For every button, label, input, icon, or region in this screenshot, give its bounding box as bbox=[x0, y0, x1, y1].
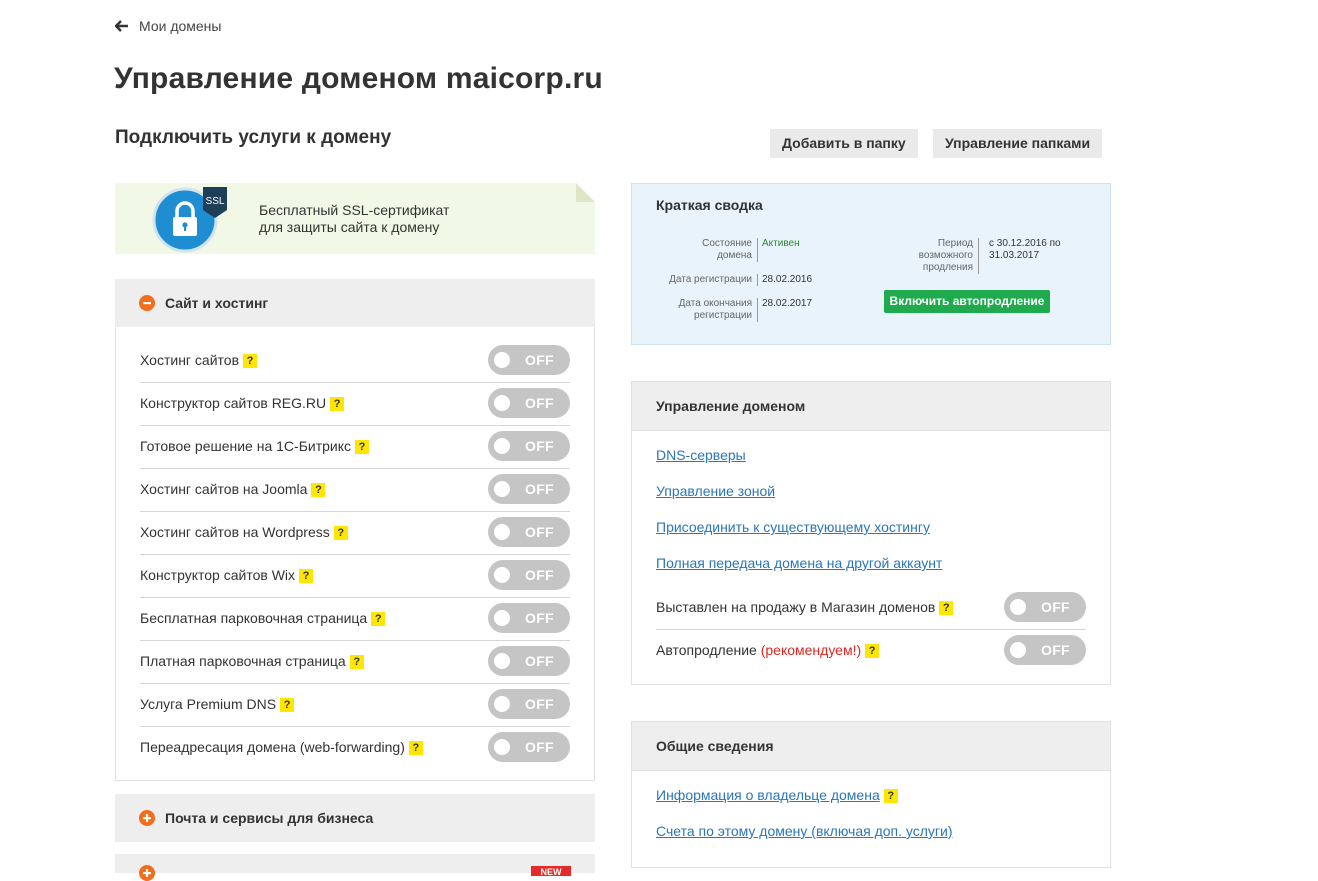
help-icon[interactable]: ? bbox=[333, 526, 348, 540]
service-toggle[interactable]: OFF bbox=[488, 732, 570, 762]
domain-mgmt-body: DNS-серверы Управление зоной Присоединит… bbox=[631, 430, 1111, 685]
accordion-mail-header[interactable]: Почта и сервисы для бизнеса bbox=[115, 794, 595, 842]
autorenew-row: Автопродление (рекомендуем!)? OFF bbox=[656, 629, 1086, 672]
enable-autorenew-button[interactable]: Включить автопродление bbox=[884, 290, 1050, 313]
domain-mgmt-title: Управление доменом bbox=[656, 398, 806, 414]
new-badge: NEW bbox=[531, 866, 571, 877]
reg-date-value: 28.02.2016 bbox=[762, 274, 813, 285]
help-icon[interactable]: ? bbox=[355, 440, 369, 454]
summary-title: Краткая сводка bbox=[656, 197, 763, 213]
help-icon[interactable]: ? bbox=[330, 397, 345, 411]
help-icon[interactable]: ? bbox=[939, 601, 954, 615]
ssl-banner-text: Бесплатный SSL-сертификат для защиты сай… bbox=[259, 202, 450, 235]
help-icon[interactable]: ? bbox=[349, 655, 364, 669]
minus-circle-icon bbox=[139, 295, 155, 311]
page-title: Управление доменом maicorp.ru bbox=[114, 62, 603, 95]
back-link-label: Мои домены bbox=[139, 18, 222, 34]
hosting-services-list: Хостинг сайтов? OFF Конструктор сайтов R… bbox=[115, 327, 595, 781]
add-to-folder-button[interactable]: Добавить в папку bbox=[770, 129, 918, 158]
help-icon[interactable]: ? bbox=[408, 741, 423, 755]
accordion-mail-title: Почта и сервисы для бизнеса bbox=[165, 810, 374, 826]
general-info-body: Информация о владельце домена? Счета по … bbox=[631, 770, 1111, 868]
attach-hosting-link[interactable]: Присоединить к существующему хостингу bbox=[656, 519, 930, 535]
ssl-banner[interactable]: SSL Бесплатный SSL-сертификат для защиты… bbox=[115, 183, 595, 254]
for-sale-row: Выставлен на продажу в Магазин доменов? … bbox=[656, 586, 1086, 630]
service-toggle[interactable]: OFF bbox=[488, 560, 570, 590]
arrow-left-icon bbox=[115, 20, 128, 32]
service-toggle[interactable]: OFF bbox=[488, 646, 570, 676]
invoices-link[interactable]: Счета по этому домену (включая доп. услу… bbox=[656, 823, 953, 839]
service-row-hosting: Хостинг сайтов? OFF bbox=[140, 339, 570, 383]
service-row-wordpress: Хостинг сайтов на Wordpress? OFF bbox=[140, 511, 570, 555]
help-icon[interactable]: ? bbox=[311, 483, 326, 497]
help-icon[interactable]: ? bbox=[243, 354, 258, 368]
accordion-next-header[interactable] bbox=[115, 854, 595, 881]
for-sale-toggle[interactable]: OFF bbox=[1004, 592, 1086, 622]
service-row-bitrix: Готовое решение на 1С-Битрикс? OFF bbox=[140, 425, 570, 469]
service-row-premium-dns: Услуга Premium DNS? OFF bbox=[140, 683, 570, 727]
service-row-free-parking: Бесплатная парковочная страница? OFF bbox=[140, 597, 570, 641]
transfer-domain-link[interactable]: Полная передача домена на другой аккаунт bbox=[656, 555, 942, 571]
service-toggle[interactable]: OFF bbox=[488, 431, 570, 461]
autorenew-toggle[interactable]: OFF bbox=[1004, 635, 1086, 665]
service-row-reg-constructor: Конструктор сайтов REG.RU? OFF bbox=[140, 382, 570, 426]
help-icon[interactable]: ? bbox=[371, 612, 386, 626]
service-row-web-forwarding: Переадресация домена (web-forwarding)? O… bbox=[140, 726, 570, 769]
help-icon[interactable]: ? bbox=[299, 569, 314, 583]
svg-text:SSL: SSL bbox=[206, 196, 225, 207]
status-label: Состояние домена bbox=[672, 238, 758, 262]
service-toggle[interactable]: OFF bbox=[488, 603, 570, 633]
reg-date-label: Дата регистрации bbox=[652, 274, 758, 286]
general-info-title: Общие сведения bbox=[656, 738, 774, 754]
expire-value: 28.02.2017 bbox=[762, 298, 813, 309]
expire-label: Дата окончания регистрации bbox=[672, 298, 758, 322]
help-icon[interactable]: ? bbox=[865, 644, 880, 658]
service-toggle[interactable]: OFF bbox=[488, 689, 570, 719]
ssl-lock-icon: SSL bbox=[152, 187, 227, 253]
service-row-wix: Конструктор сайтов Wix? OFF bbox=[140, 554, 570, 598]
plus-circle-icon bbox=[139, 810, 155, 826]
service-row-joomla: Хостинг сайтов на Joomla? OFF bbox=[140, 468, 570, 512]
owner-info-link[interactable]: Информация о владельце домена bbox=[656, 787, 880, 803]
zone-management-link[interactable]: Управление зоной bbox=[656, 483, 775, 499]
service-row-paid-parking: Платная парковочная страница? OFF bbox=[140, 640, 570, 684]
help-icon[interactable]: ? bbox=[280, 698, 295, 712]
service-toggle[interactable]: OFF bbox=[488, 517, 570, 547]
recommend-note: (рекомендуем!) bbox=[760, 642, 862, 658]
status-value: Активен bbox=[762, 238, 800, 249]
renew-period-value: с 30.12.2016 по 31.03.2017 bbox=[989, 238, 1061, 261]
domain-mgmt-header: Управление доменом bbox=[631, 381, 1111, 430]
general-info-header: Общие сведения bbox=[631, 721, 1111, 770]
plus-circle-icon bbox=[139, 865, 155, 881]
help-icon[interactable]: ? bbox=[883, 789, 898, 803]
service-toggle[interactable]: OFF bbox=[488, 345, 570, 375]
accordion-hosting-header[interactable]: Сайт и хостинг bbox=[115, 279, 595, 327]
service-toggle[interactable]: OFF bbox=[488, 388, 570, 418]
domain-summary-panel: Краткая сводка Состояние домена Активен … bbox=[631, 183, 1111, 345]
back-link[interactable]: Мои домены bbox=[115, 18, 221, 34]
renew-period-label: Период возможного продления bbox=[909, 238, 979, 274]
service-toggle[interactable]: OFF bbox=[488, 474, 570, 504]
banner-fold bbox=[576, 183, 595, 202]
dns-servers-link[interactable]: DNS-серверы bbox=[656, 447, 746, 463]
accordion-hosting-title: Сайт и хостинг bbox=[165, 295, 269, 311]
manage-folders-button[interactable]: Управление папками bbox=[933, 129, 1103, 158]
section-subtitle: Подключить услуги к домену bbox=[115, 127, 392, 148]
